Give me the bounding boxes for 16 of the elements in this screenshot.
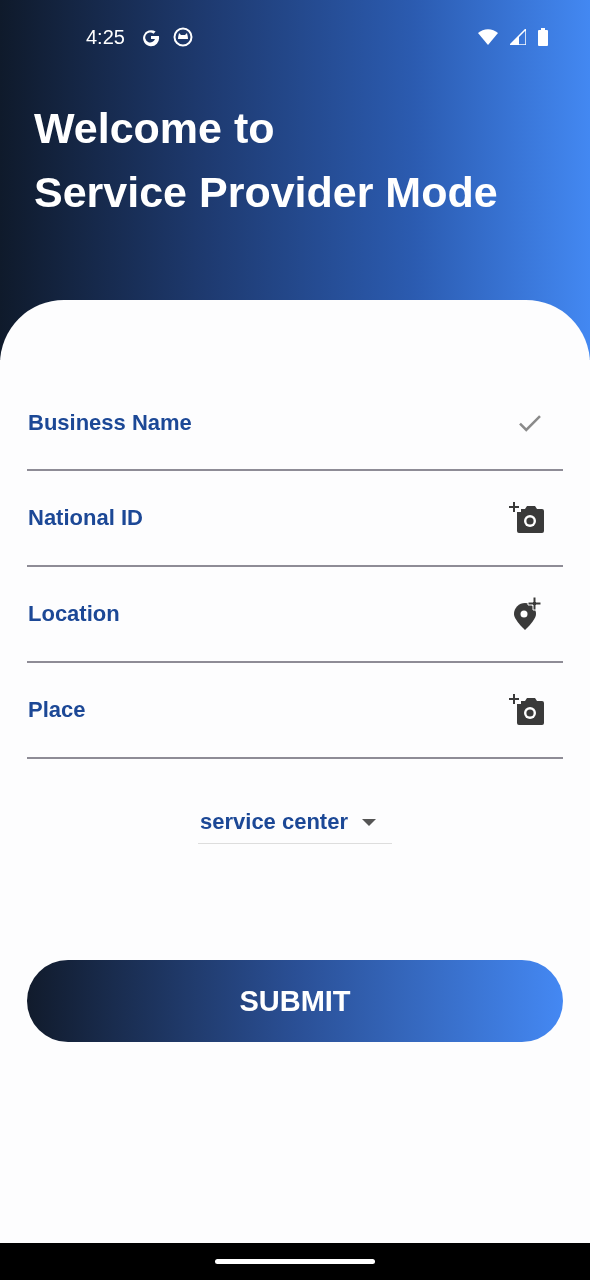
wifi-icon xyxy=(478,29,498,45)
input-field[interactable]: Business Name xyxy=(27,364,563,471)
submit-button[interactable]: SUBMIT xyxy=(27,960,563,1042)
add-photo-icon xyxy=(509,694,545,726)
input-field[interactable]: Location xyxy=(27,567,563,663)
status-time: 4:25 xyxy=(86,25,125,49)
home-handle[interactable] xyxy=(215,1259,375,1264)
page-title: Welcome to Service Provider Mode xyxy=(33,103,499,218)
service-type-dropdown[interactable]: service center xyxy=(198,809,392,844)
input-field[interactable]: Place xyxy=(27,663,563,759)
caret-icon xyxy=(362,818,376,826)
add-photo-icon xyxy=(509,502,545,534)
input-field[interactable]: National ID xyxy=(27,471,563,567)
signal-icon xyxy=(510,29,526,45)
google-icon xyxy=(140,27,161,47)
battery-icon xyxy=(538,28,548,46)
